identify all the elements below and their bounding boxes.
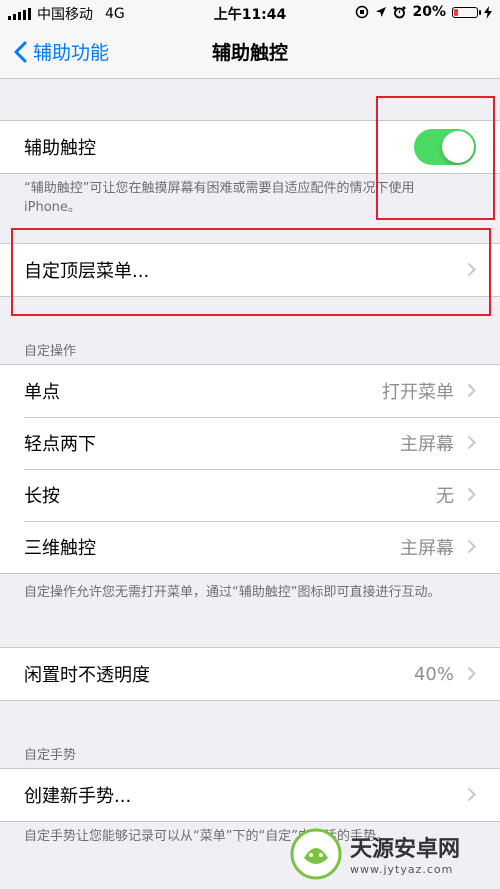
create-gesture-row[interactable]: 创建新手势... bbox=[0, 769, 500, 821]
location-icon bbox=[376, 7, 387, 17]
chevron-right-icon bbox=[467, 435, 476, 450]
idle-opacity-row[interactable]: 闲置时不透明度 40% bbox=[0, 648, 500, 700]
idle-opacity-value: 40% bbox=[413, 663, 454, 685]
action-label: 轻点两下 bbox=[24, 434, 96, 455]
custom-actions-footer: 自定操作允许您无需打开菜单，通过“辅助触控”图标即可直接进行互动。 bbox=[24, 585, 441, 600]
action-label: 长按 bbox=[24, 486, 60, 507]
chevron-right-icon bbox=[467, 787, 476, 802]
highlight-menu-box bbox=[11, 228, 491, 316]
battery-percent: 20% bbox=[412, 4, 446, 20]
battery-icon bbox=[452, 6, 481, 18]
page-title: 辅助触控 bbox=[211, 42, 288, 64]
assistive-touch-label: 辅助触控 bbox=[24, 138, 96, 159]
action-row-long-press[interactable]: 长按 无 bbox=[0, 469, 500, 521]
chevron-right-icon bbox=[467, 383, 476, 398]
watermark-url: www.jytyaz.com bbox=[350, 863, 454, 876]
custom-gestures-header: 自定手势 bbox=[24, 748, 77, 763]
idle-opacity-group: 闲置时不透明度 40% bbox=[0, 647, 500, 701]
create-gesture-label: 创建新手势... bbox=[24, 786, 132, 807]
action-value: 无 bbox=[436, 486, 454, 507]
action-value: 主屏幕 bbox=[400, 538, 454, 559]
chevron-right-icon bbox=[467, 487, 476, 502]
orientation-lock-icon bbox=[356, 5, 369, 19]
watermark-logo-icon bbox=[290, 828, 342, 879]
watermark: 天源安卓网 www.jytyaz.com bbox=[290, 818, 500, 889]
custom-actions-group: 单点 打开菜单 轻点两下 主屏幕 长按 无 三维触控 主屏幕 bbox=[0, 364, 500, 574]
idle-opacity-label: 闲置时不透明度 bbox=[24, 665, 150, 686]
chevron-right-icon bbox=[467, 666, 476, 681]
alarm-icon bbox=[393, 6, 406, 18]
highlight-toggle-box bbox=[376, 96, 495, 220]
charging-icon bbox=[484, 5, 492, 19]
status-bar: 中国移动 4G 上午11:44 20% bbox=[0, 0, 500, 26]
action-row-3d-touch[interactable]: 三维触控 主屏幕 bbox=[0, 521, 500, 573]
action-row-single-tap[interactable]: 单点 打开菜单 bbox=[0, 365, 500, 417]
action-row-double-tap[interactable]: 轻点两下 主屏幕 bbox=[0, 417, 500, 469]
action-value: 主屏幕 bbox=[400, 434, 454, 455]
navigation-bar: 辅助功能 辅助触控 bbox=[0, 26, 500, 79]
action-value: 打开菜单 bbox=[382, 382, 454, 403]
custom-gestures-group: 创建新手势... bbox=[0, 768, 500, 822]
watermark-title: 天源安卓网 bbox=[350, 837, 461, 862]
custom-actions-header: 自定操作 bbox=[24, 344, 77, 359]
action-label: 三维触控 bbox=[24, 538, 96, 559]
action-label: 单点 bbox=[24, 382, 60, 403]
chevron-right-icon bbox=[467, 539, 476, 554]
